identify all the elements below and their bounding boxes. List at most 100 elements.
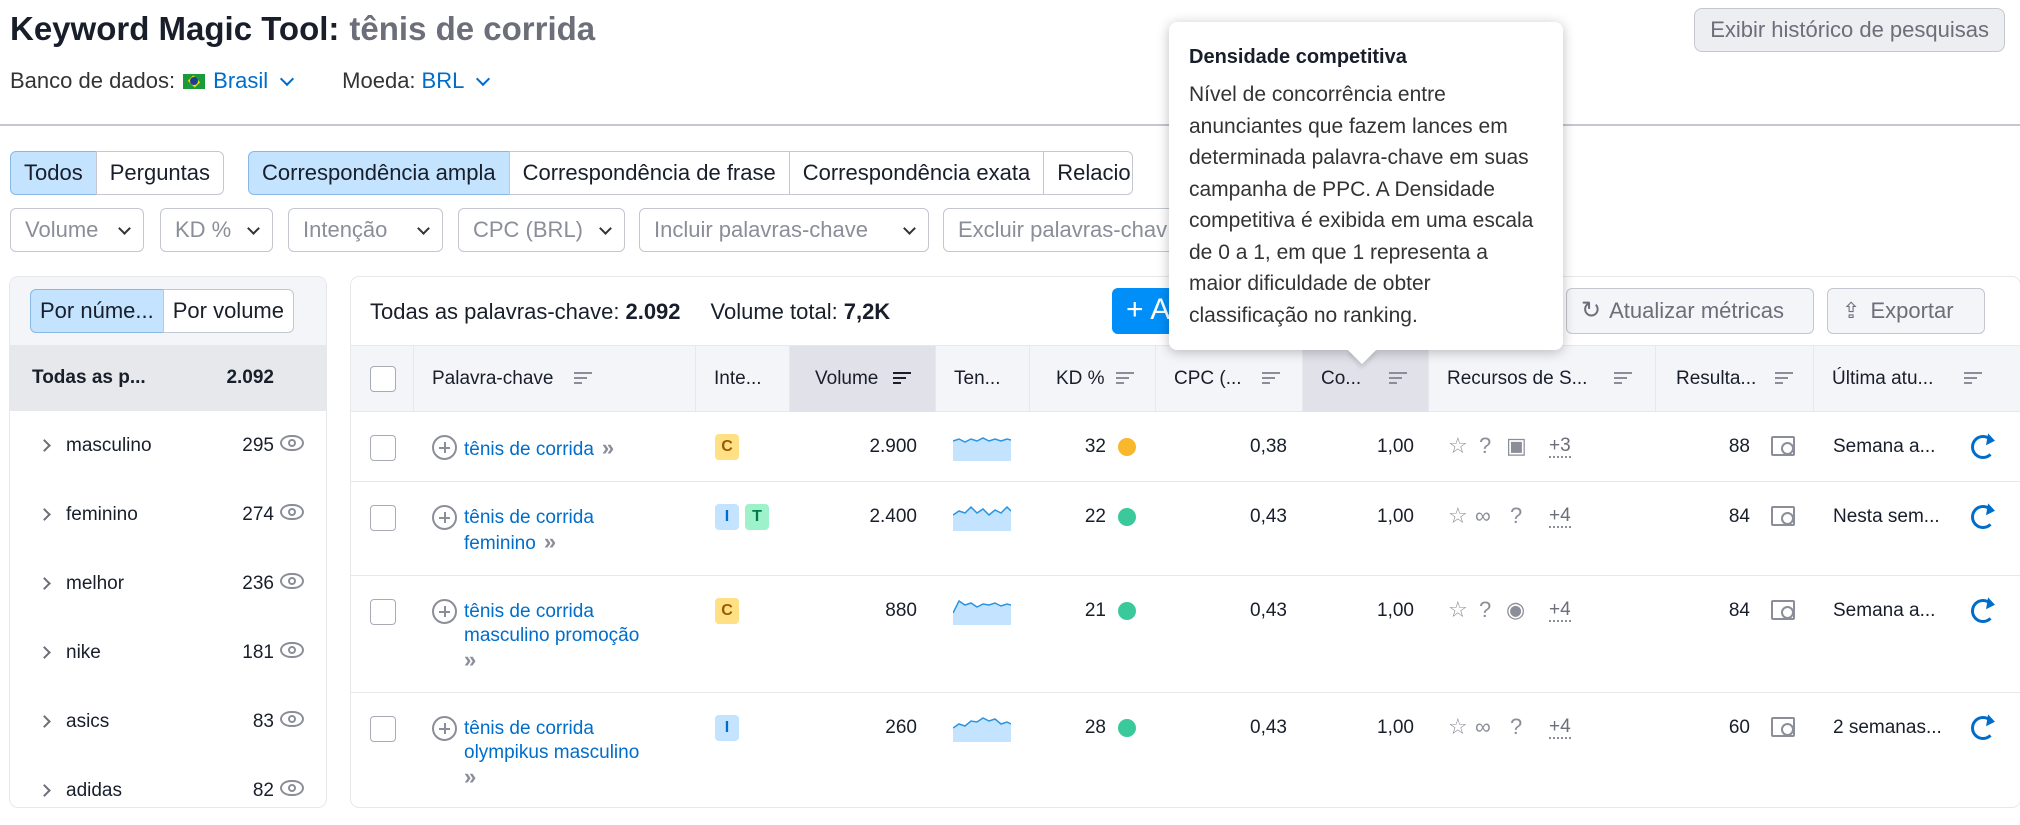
row-checkbox[interactable]: [370, 505, 396, 531]
refresh-icon[interactable]: [1971, 599, 1995, 623]
keyword-text[interactable]: tênis de corrida: [464, 507, 594, 528]
table-row: tênis de corrida olympikus masculino» I 2…: [351, 693, 2020, 810]
sort-icon[interactable]: [1964, 372, 1982, 386]
column-kd[interactable]: KD %: [1030, 346, 1156, 412]
update-metrics-button[interactable]: ↻ Atualizar métricas: [1566, 288, 1814, 334]
group-count: 82: [252, 780, 274, 801]
tab-phrase-match[interactable]: Correspondência de frase: [508, 151, 790, 195]
double-chevron-icon[interactable]: »: [544, 530, 556, 554]
chevron-right-icon[interactable]: [38, 508, 51, 521]
keyword-text[interactable]: tênis de corrida: [464, 718, 594, 739]
sort-icon[interactable]: [1116, 372, 1134, 386]
serp-view-icon[interactable]: [1771, 600, 1795, 620]
chevron-down-icon[interactable]: [476, 71, 491, 87]
eye-icon[interactable]: [280, 780, 304, 796]
sidebar-item-all[interactable]: Todas as p... 2.092: [10, 345, 326, 411]
add-keyword-icon[interactable]: [432, 505, 457, 530]
tab-todos[interactable]: Todos: [10, 151, 97, 195]
eye-icon[interactable]: [280, 711, 304, 727]
select-all-checkbox[interactable]: [370, 366, 396, 392]
row-checkbox[interactable]: [370, 435, 396, 461]
exclude-keywords-filter[interactable]: Excluir palavras-chav: [943, 208, 1183, 252]
keyword-link[interactable]: tênis de corrida olympikus masculino»: [464, 717, 639, 791]
chevron-right-icon[interactable]: [38, 715, 51, 728]
serp-view-icon[interactable]: [1771, 717, 1795, 737]
serp-view-icon[interactable]: [1771, 506, 1795, 526]
more-serp-features[interactable]: +4: [1549, 600, 1571, 622]
keyword-text[interactable]: tênis de corrida: [464, 601, 594, 622]
search-history-button[interactable]: Exibir histórico de pesquisas: [1694, 8, 2005, 52]
sort-icon[interactable]: [1389, 372, 1407, 386]
eye-icon[interactable]: [280, 573, 304, 589]
double-chevron-icon[interactable]: »: [464, 765, 476, 789]
tab-broad-match[interactable]: Correspondência ampla: [248, 151, 510, 195]
add-keyword-icon[interactable]: [432, 435, 457, 460]
tab-perguntas[interactable]: Perguntas: [95, 151, 225, 195]
column-trend[interactable]: Ten...: [936, 346, 1030, 412]
column-last-update[interactable]: Última atu...: [1814, 346, 2020, 412]
sidebar-group-item[interactable]: adidas 82: [10, 756, 326, 825]
export-button[interactable]: ⇪ Exportar: [1827, 288, 1985, 334]
more-serp-features[interactable]: +4: [1549, 506, 1571, 528]
cpc-value: 0,43: [1250, 717, 1287, 738]
double-chevron-icon[interactable]: »: [602, 436, 614, 460]
cpc-filter[interactable]: CPC (BRL): [458, 208, 625, 252]
keyword-link[interactable]: tênis de corrida masculino promoção»: [464, 600, 639, 674]
eye-icon[interactable]: [280, 642, 304, 658]
keyword-text-line2[interactable]: olympikus masculino: [464, 742, 639, 763]
sort-icon[interactable]: [1262, 372, 1280, 386]
tooltip-title: Densidade competitiva: [1189, 46, 1407, 68]
chevron-right-icon[interactable]: [38, 439, 51, 452]
results-value: 84: [1728, 506, 1750, 527]
column-intent[interactable]: Inte...: [696, 346, 790, 412]
more-serp-features[interactable]: +3: [1549, 436, 1571, 458]
chevron-right-icon[interactable]: [38, 646, 51, 659]
sort-icon[interactable]: [574, 372, 592, 386]
keyword-link[interactable]: tênis de corrida »: [464, 436, 614, 462]
sort-icon[interactable]: [1775, 372, 1793, 386]
sidebar-group-item[interactable]: asics 83: [10, 687, 326, 756]
database-dropdown[interactable]: Brasil: [213, 68, 268, 94]
sidebar-group-item[interactable]: masculino 295: [10, 411, 326, 480]
refresh-icon[interactable]: [1971, 505, 1995, 529]
column-cpc[interactable]: CPC (...: [1156, 346, 1303, 412]
chevron-right-icon[interactable]: [38, 577, 51, 590]
column-results[interactable]: Resulta...: [1656, 346, 1814, 412]
row-checkbox[interactable]: [370, 716, 396, 742]
currency-dropdown[interactable]: BRL: [422, 68, 465, 94]
group-name: masculino: [66, 435, 152, 456]
intent-badge-commercial: C: [715, 598, 739, 624]
tab-related[interactable]: Relacio: [1043, 151, 1134, 195]
more-serp-features[interactable]: +4: [1549, 717, 1571, 739]
tab-exact-match[interactable]: Correspondência exata: [788, 151, 1045, 195]
column-volume[interactable]: Volume: [790, 346, 936, 412]
sort-desc-icon[interactable]: [893, 372, 911, 386]
keyword-link[interactable]: tênis de corrida feminino »: [464, 506, 594, 556]
include-keywords-filter[interactable]: Incluir palavras-chave: [639, 208, 929, 252]
sidebar-group-item[interactable]: melhor 236: [10, 549, 326, 618]
eye-icon[interactable]: [280, 504, 304, 520]
column-serp-features[interactable]: Recursos de S...: [1429, 346, 1656, 412]
row-checkbox[interactable]: [370, 599, 396, 625]
keyword-text[interactable]: tênis de corrida: [464, 439, 594, 460]
keyword-text-line2[interactable]: feminino: [464, 533, 536, 554]
intent-filter[interactable]: Intenção: [288, 208, 443, 252]
sort-icon[interactable]: [1614, 372, 1632, 386]
volume-filter[interactable]: Volume: [10, 208, 144, 252]
keyword-text-line2[interactable]: masculino promoção: [464, 625, 639, 646]
sort-by-number-button[interactable]: Por núme...: [30, 289, 164, 333]
refresh-icon[interactable]: [1971, 435, 1995, 459]
sidebar-group-item[interactable]: feminino 274: [10, 480, 326, 549]
double-chevron-icon[interactable]: »: [464, 648, 476, 672]
column-keyword[interactable]: Palavra-chave: [414, 346, 696, 412]
chevron-down-icon[interactable]: [280, 71, 295, 87]
add-keyword-icon[interactable]: [432, 599, 457, 624]
kd-filter[interactable]: KD %: [160, 208, 273, 252]
sort-by-volume-button[interactable]: Por volume: [162, 289, 294, 333]
chevron-right-icon[interactable]: [38, 784, 51, 797]
sidebar-group-item[interactable]: nike 181: [10, 618, 326, 687]
eye-icon[interactable]: [280, 435, 304, 451]
serp-view-icon[interactable]: [1771, 436, 1795, 456]
add-keyword-icon[interactable]: [432, 716, 457, 741]
refresh-icon[interactable]: [1971, 716, 1995, 740]
